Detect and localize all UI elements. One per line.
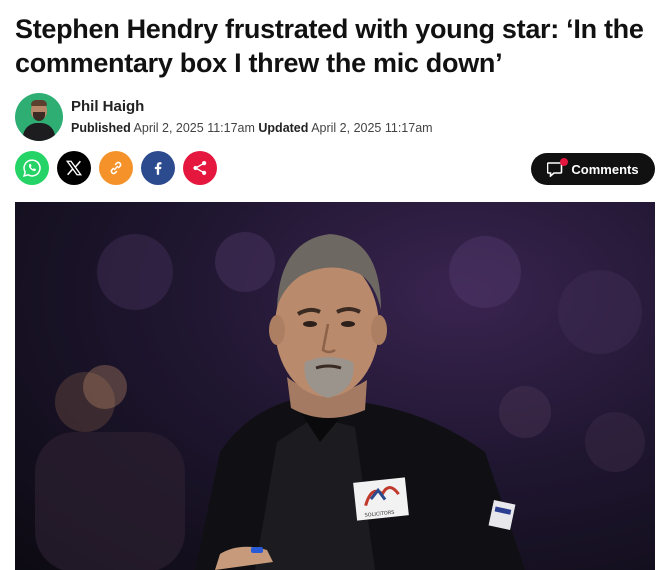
more-share-button[interactable]: [183, 151, 217, 185]
whatsapp-icon: [23, 159, 41, 177]
comments-button[interactable]: Comments: [531, 153, 655, 185]
facebook-share-button[interactable]: [141, 151, 175, 185]
updated-date: April 2, 2025 11:17am: [311, 121, 433, 135]
article-headline: Stephen Hendry frustrated with young sta…: [15, 14, 644, 78]
author-avatar[interactable]: [15, 93, 63, 141]
share-icon: [193, 161, 207, 175]
link-icon: [110, 161, 122, 175]
whatsapp-share-button[interactable]: [15, 151, 49, 185]
comments-label: Comments: [571, 161, 639, 177]
x-icon: [65, 160, 83, 176]
hero-image[interactable]: SOLICITORS: [15, 202, 655, 570]
author-meta: Phil Haigh Published April 2, 2025 11:17…: [71, 97, 433, 137]
player-photo: SOLICITORS: [35, 232, 645, 570]
publish-dates: Published April 2, 2025 11:17am Updated …: [71, 119, 433, 137]
author-name[interactable]: Phil Haigh: [71, 97, 433, 117]
x-share-button[interactable]: [57, 151, 91, 185]
byline: Phil Haigh Published April 2, 2025 11:17…: [15, 92, 433, 142]
comment-icon: [547, 158, 569, 178]
updated-label: Updated: [258, 121, 309, 135]
published-label: Published: [71, 121, 131, 135]
copy-link-button[interactable]: [99, 151, 133, 185]
published-date: April 2, 2025 11:17am: [133, 121, 255, 135]
facebook-icon: [154, 162, 162, 175]
notification-dot: [560, 158, 569, 166]
share-bar: [15, 151, 217, 185]
